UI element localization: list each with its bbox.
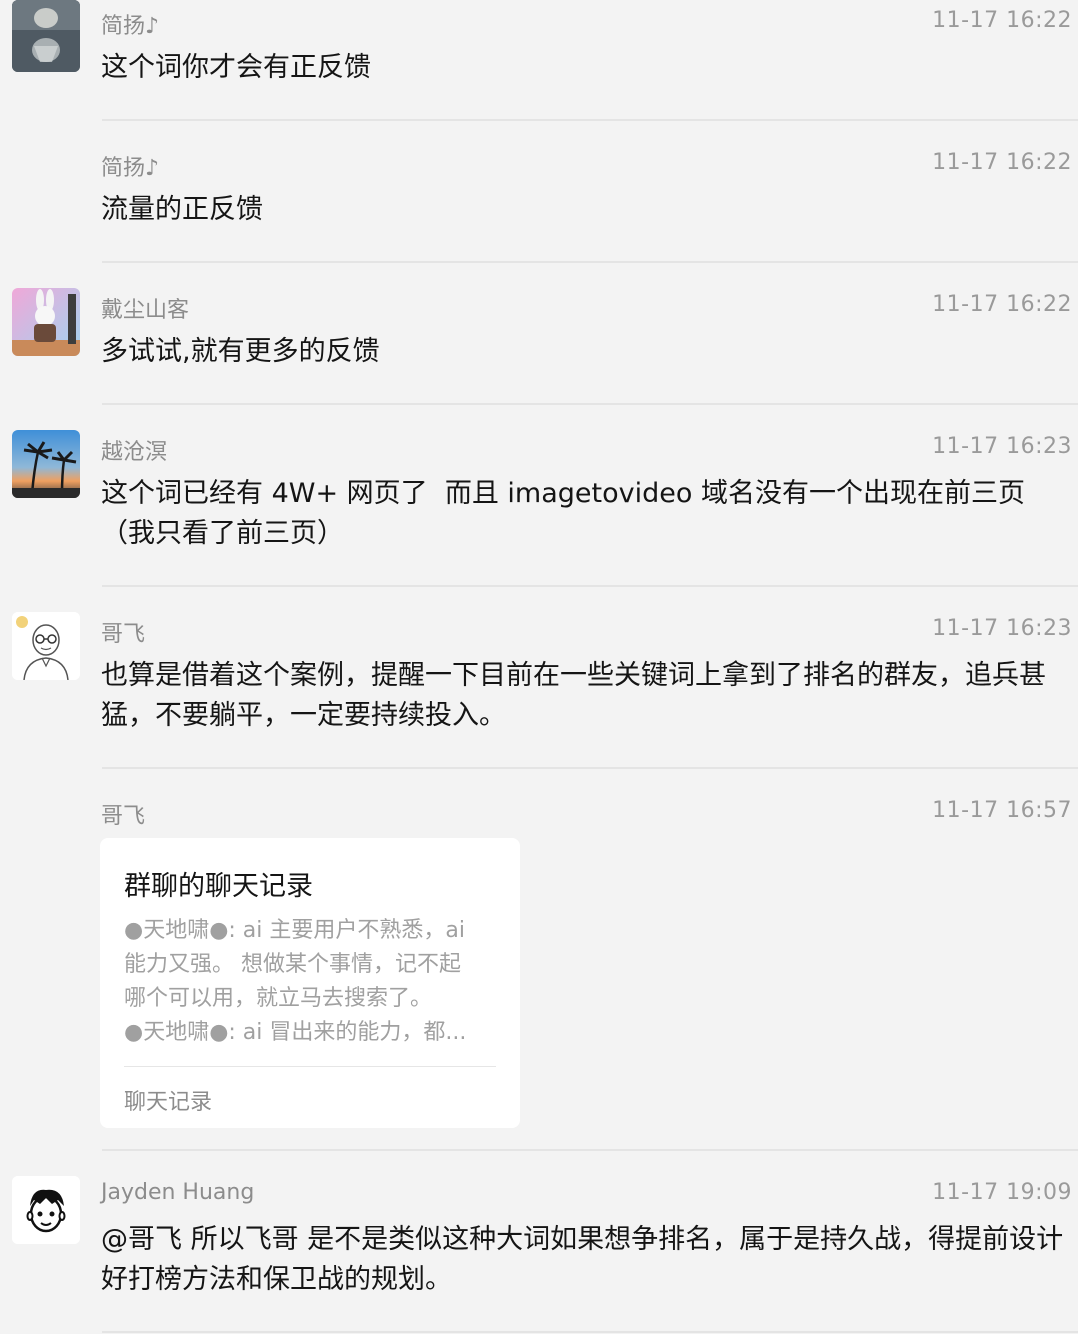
avatar[interactable] xyxy=(12,1176,80,1244)
card-title: 群聊的聊天记录 xyxy=(124,871,313,902)
palm-beach-icon xyxy=(12,430,80,498)
message-text: 这个词已经有 4W+ 网页了 而且 imagetovideo 域名没有一个出现在… xyxy=(101,478,1025,549)
cartoon-face-icon xyxy=(12,1176,80,1244)
sender-name: Jayden Huang xyxy=(101,1180,255,1205)
sender-name: 越沧溟 xyxy=(101,440,168,465)
divider xyxy=(102,403,1078,405)
timestamp: 11-17 16:23 xyxy=(932,616,1072,641)
card-divider xyxy=(124,1066,496,1067)
sender-name: 简扬♪ xyxy=(101,156,160,181)
timestamp: 11-17 16:22 xyxy=(932,292,1072,317)
card-preview-line: ●天地啸●: ai 主要用户不熟悉，ai xyxy=(124,918,465,943)
card-footer: 聊天记录 xyxy=(124,1090,213,1115)
avatar[interactable] xyxy=(12,612,80,680)
divider xyxy=(102,585,1078,587)
divider xyxy=(102,1331,1078,1333)
chat-record-card[interactable]: 群聊的聊天记录 ●天地啸●: ai 主要用户不熟悉，ai 能力又强。 想做某个事… xyxy=(100,838,520,1128)
card-preview-line: 能力又强。 想做某个事情，记不起 xyxy=(124,952,461,977)
divider xyxy=(102,767,1078,769)
sender-name: 简扬♪ xyxy=(101,14,160,39)
divider xyxy=(102,261,1078,263)
sender-name: 哥飞 xyxy=(101,804,146,829)
card-preview-line: ●天地啸●: ai 冒出来的能力，都... xyxy=(124,1020,467,1045)
avatar[interactable] xyxy=(12,430,80,498)
message-text: 多试试,就有更多的反馈 xyxy=(101,336,380,367)
avatar[interactable] xyxy=(12,288,80,356)
bald-glasses-icon xyxy=(12,612,80,680)
divider xyxy=(102,1149,1078,1151)
message-text: @哥飞 所以飞哥 是不是类似这种大词如果想争排名，属于是持久战，得提前设计好打榜… xyxy=(101,1224,1064,1295)
message-text: 流量的正反馈 xyxy=(101,194,263,225)
tiger-reflection-icon xyxy=(12,0,80,72)
rabbit-icon xyxy=(12,288,80,356)
message-text: 这个词你才会有正反馈 xyxy=(101,52,371,83)
card-preview: ●天地啸●: ai 主要用户不熟悉，ai 能力又强。 想做某个事情，记不起 哪个… xyxy=(124,914,496,1050)
timestamp: 11-17 19:09 xyxy=(932,1180,1072,1205)
message-text: 也算是借着这个案例，提醒一下目前在一些关键词上拿到了排名的群友，追兵甚猛，不要躺… xyxy=(101,660,1046,731)
card-preview-line: 哪个可以用，就立马去搜索了。 xyxy=(124,986,433,1011)
timestamp: 11-17 16:23 xyxy=(932,434,1072,459)
timestamp: 11-17 16:57 xyxy=(932,798,1072,823)
sender-name: 哥飞 xyxy=(101,622,146,647)
timestamp: 11-17 16:22 xyxy=(932,8,1072,33)
timestamp: 11-17 16:22 xyxy=(932,150,1072,175)
divider xyxy=(102,119,1078,121)
chat-history: 简扬♪ 11-17 16:22 这个词你才会有正反馈 简扬♪ 11-17 16:… xyxy=(0,0,1078,1334)
sender-name: 戴尘山客 xyxy=(101,298,190,323)
avatar[interactable] xyxy=(12,0,80,72)
